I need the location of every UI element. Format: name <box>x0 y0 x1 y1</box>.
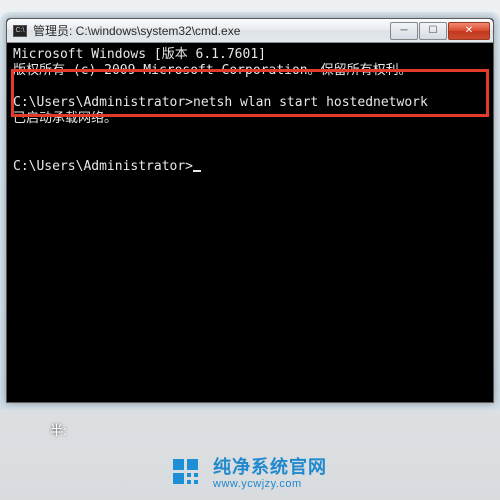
app-icon: C:\ <box>13 25 27 37</box>
cmd-window: C:\ 管理员: C:\windows\system32\cmd.exe ─ ☐… <box>6 18 494 403</box>
console-line-command: C:\Users\Administrator>netsh wlan start … <box>13 95 428 110</box>
watermark-logo-icon <box>173 459 203 489</box>
minimize-button[interactable]: ─ <box>390 22 418 40</box>
console-line-result: 已启动承载网络。 <box>13 111 117 126</box>
window-title: 管理员: C:\windows\system32\cmd.exe <box>33 22 389 39</box>
console-line-prompt: C:\Users\Administrator> <box>13 159 193 174</box>
console-line-copyright: 版权所有 (c) 2009 Microsoft Corporation。保留所有… <box>13 63 412 78</box>
maximize-button[interactable]: ☐ <box>419 22 447 40</box>
watermark-text: 纯净系统官网 www.ycwjzy.com <box>213 458 327 490</box>
text-cursor <box>193 170 201 172</box>
close-button[interactable]: ✕ <box>448 22 490 40</box>
window-controls: ─ ☐ ✕ <box>389 22 490 40</box>
titlebar[interactable]: C:\ 管理员: C:\windows\system32\cmd.exe ─ ☐… <box>7 19 493 43</box>
console-output[interactable]: Microsoft Windows [版本 6.1.7601] 版权所有 (c)… <box>7 43 493 402</box>
watermark-cn: 纯净系统官网 <box>213 458 327 478</box>
watermark: 纯净系统官网 www.ycwjzy.com <box>0 456 500 492</box>
console-line-version: Microsoft Windows [版本 6.1.7601] <box>13 47 266 62</box>
watermark-url: www.ycwjzy.com <box>213 478 327 490</box>
ime-status-label: 半: <box>50 420 67 439</box>
